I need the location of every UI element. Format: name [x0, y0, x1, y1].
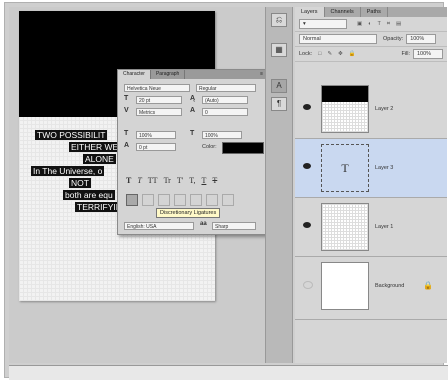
layer-row[interactable]: Layer 1	[295, 198, 447, 257]
blend-row: Normal Opacity: 100%	[295, 32, 447, 47]
tab-layers[interactable]: Layers	[295, 7, 325, 17]
color-label: Color:	[202, 144, 217, 150]
language-select[interactable]: English: USA	[124, 222, 194, 230]
opentype-button[interactable]	[206, 194, 218, 206]
layer-row[interactable]: Layer 2	[295, 80, 447, 139]
leading-icon: Ą	[190, 95, 196, 102]
horizontal-scale-icon: T	[190, 130, 195, 137]
font-size-icon: T	[124, 95, 129, 102]
canvas-area: TWO POSSIBILIT EITHER WE ALONE In The Un…	[9, 7, 269, 363]
tab-paragraph[interactable]: Paragraph	[151, 70, 186, 79]
tracking-icon: A	[190, 107, 196, 114]
strikethrough-button[interactable]: T	[212, 176, 217, 185]
font-size-input[interactable]: 20 pt	[136, 96, 182, 104]
character-panel-tabs: Character Paragraph ≡	[118, 70, 268, 79]
character-panel-icon[interactable]: A	[271, 79, 287, 93]
poem-line: EITHER WE	[69, 142, 121, 152]
underline-button[interactable]: T	[201, 176, 206, 185]
poem-line: TWO POSSIBILIT	[35, 130, 108, 140]
lock-label: Lock:	[299, 51, 313, 57]
eye-icon[interactable]	[303, 281, 313, 289]
poem-line: both are equ	[63, 190, 115, 200]
font-style-select[interactable]: Regular	[196, 84, 256, 92]
fill-label: Fill:	[401, 51, 410, 57]
poem-line: In The Universe, o	[31, 166, 105, 176]
lock-row: Lock: □✎✥🔒 Fill: 100%	[295, 47, 447, 62]
superscript-button[interactable]: T'	[177, 176, 183, 185]
layer-name: Background	[375, 283, 405, 289]
layers-panel-tabs: Layers Channels Paths	[295, 7, 447, 17]
opentype-buttons	[126, 194, 234, 206]
tab-paths[interactable]: Paths	[361, 7, 388, 17]
baseline-shift-icon: A	[124, 142, 130, 149]
layer-filter-select[interactable]: ▾	[299, 19, 347, 29]
antialias-icon: aa	[200, 221, 207, 227]
text-color-swatch[interactable]	[222, 142, 264, 154]
app-window: TWO POSSIBILIT EITHER WE ALONE In The Un…	[4, 2, 448, 380]
filter-icons[interactable]: ▣◐T⌗▤	[357, 21, 407, 28]
font-family-select[interactable]: Helvetica Neue	[124, 84, 190, 92]
opentype-button[interactable]	[142, 194, 154, 206]
layer-name: Layer 1	[375, 224, 394, 230]
kerning-icon: V	[124, 107, 129, 114]
lock-icon: 🔒	[423, 281, 433, 290]
tooltip: Discretionary Ligatures	[156, 208, 221, 218]
lock-icons[interactable]: □✎✥🔒	[318, 51, 361, 57]
opacity-label: Opacity:	[383, 36, 404, 42]
tab-channels[interactable]: Channels	[325, 7, 361, 17]
opentype-button[interactable]	[190, 194, 202, 206]
fill-input[interactable]: 100%	[413, 49, 443, 59]
layer-thumbnail	[321, 85, 369, 133]
opentype-button[interactable]	[158, 194, 170, 206]
history-icon[interactable]: ⎌	[271, 13, 287, 27]
antialias-select[interactable]: Sharp	[212, 222, 256, 230]
eye-icon[interactable]	[303, 104, 311, 110]
kerning-select[interactable]: Metrics	[136, 108, 182, 116]
opacity-input[interactable]: 100%	[406, 34, 437, 44]
all-caps-button[interactable]: TT	[148, 176, 158, 185]
text-layer-icon: T	[321, 144, 369, 192]
panel-dock-strip: ⎌ ▦ A ¶	[265, 7, 293, 363]
eye-icon[interactable]	[303, 163, 311, 169]
opentype-button[interactable]	[222, 194, 234, 206]
layer-name: Layer 3	[375, 165, 394, 171]
format-buttons: T T TT Tr T' T, T T	[126, 176, 217, 185]
baseline-shift-input[interactable]: 0 pt	[136, 143, 176, 151]
layer-thumbnail	[321, 203, 369, 251]
blend-mode-select[interactable]: Normal	[299, 34, 377, 44]
layer-filter-row: ▾ ▣◐T⌗▤	[295, 17, 447, 32]
status-bar	[9, 365, 448, 380]
tracking-input[interactable]: 0	[202, 108, 248, 116]
paragraph-panel-icon[interactable]: ¶	[271, 97, 287, 111]
layer-row-selected[interactable]: T Layer 3	[295, 139, 447, 198]
opentype-button[interactable]	[174, 194, 186, 206]
swatches-icon[interactable]: ▦	[271, 43, 287, 57]
vertical-scale-input[interactable]: 100%	[136, 131, 176, 139]
leading-input[interactable]: (Auto)	[202, 96, 248, 104]
character-panel[interactable]: Character Paragraph ≡ Helvetica Neue Reg…	[117, 69, 269, 235]
poem-line: ALONE	[83, 154, 116, 164]
layer-row[interactable]: Background 🔒	[295, 257, 447, 320]
tab-character[interactable]: Character	[118, 70, 151, 79]
faux-italic-button[interactable]: T	[137, 176, 141, 185]
faux-bold-button[interactable]: T	[126, 176, 131, 185]
small-caps-button[interactable]: Tr	[164, 176, 171, 185]
eye-icon[interactable]	[303, 222, 311, 228]
layers-panel[interactable]: Layers Channels Paths ▾ ▣◐T⌗▤ Normal Opa…	[295, 7, 447, 363]
vertical-scale-icon: T	[124, 130, 129, 137]
horizontal-scale-input[interactable]: 100%	[202, 131, 242, 139]
subscript-button[interactable]: T,	[189, 176, 195, 185]
ligature-button[interactable]	[126, 194, 138, 206]
layer-name: Layer 2	[375, 106, 394, 112]
poem-line: NOT	[69, 178, 91, 188]
layer-thumbnail	[321, 262, 369, 310]
